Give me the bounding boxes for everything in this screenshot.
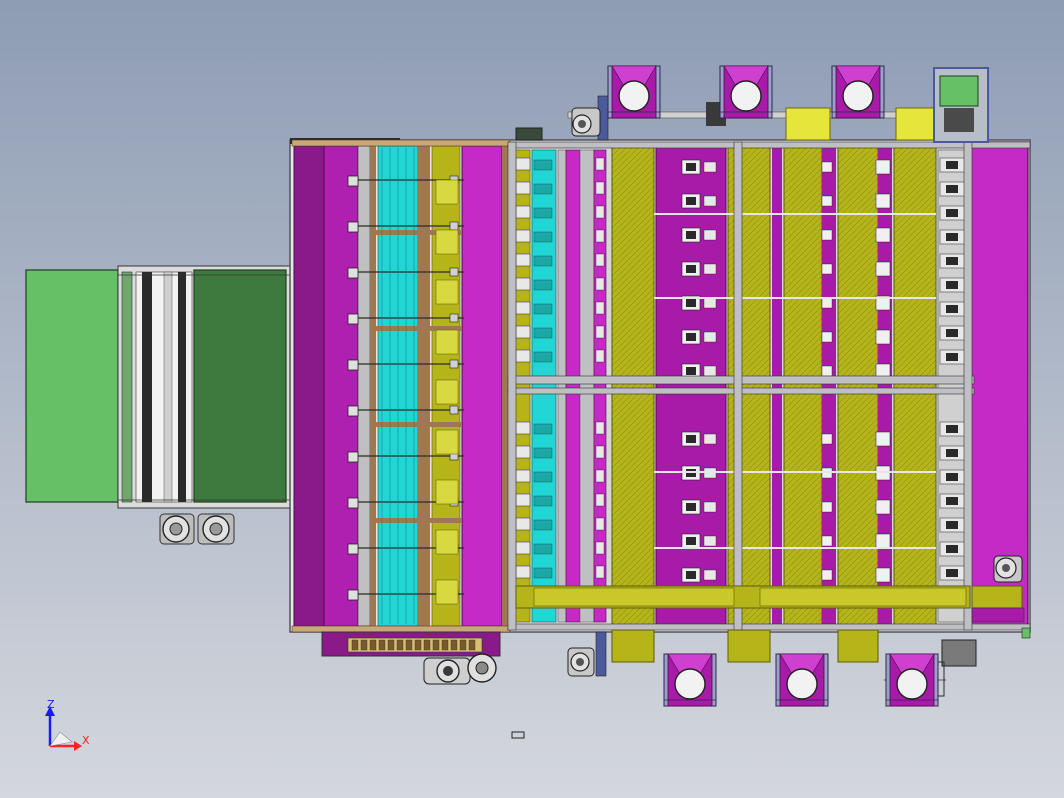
- x-axis-label: X: [82, 734, 90, 747]
- infeed-plate-dark: [193, 269, 287, 503]
- bottom-hopper-units: [663, 653, 939, 707]
- orientation-triad: [45, 706, 82, 751]
- top-hopper-units: [607, 65, 885, 119]
- infeed-conveyor: [25, 265, 291, 545]
- bottom-terminal-block: [321, 631, 501, 685]
- cad-viewport[interactable]: Z X: [0, 0, 1064, 798]
- machine-assembly-top-view: [25, 65, 1031, 751]
- infeed-motor: [159, 513, 235, 545]
- z-axis-label: Z: [47, 698, 55, 711]
- small-marker: [511, 731, 525, 739]
- infeed-plate-light: [25, 269, 119, 503]
- preheat-section: [290, 138, 511, 633]
